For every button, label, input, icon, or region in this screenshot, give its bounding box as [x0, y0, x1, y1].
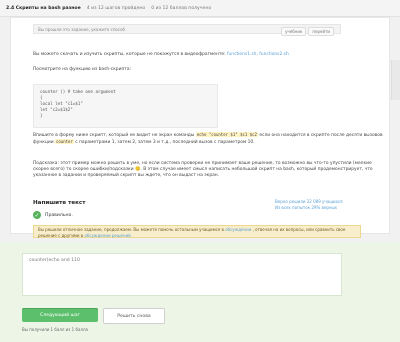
top-bar: 2.4 Скрипты на bash разное 4 из 12 шагов…	[0, 0, 400, 17]
answer-title: Напишите текст	[33, 200, 86, 206]
code-line: }	[40, 113, 43, 118]
next-step-button[interactable]: Следующий шаг	[22, 308, 98, 322]
progress-points: 0 из 12 баллов получено	[151, 5, 212, 11]
discussion-link[interactable]: обсуждении	[225, 227, 251, 232]
lesson-card: Вы прошли это задание, укажите способ уч…	[10, 17, 390, 238]
progress-steps: 4 из 12 шагов пройдено	[86, 5, 146, 11]
paragraph-3: Впишите в форму ниже скрипт, который не …	[33, 132, 383, 146]
answer-input[interactable]: counter(echo and 110	[22, 253, 342, 296]
paragraph-2: Посмотрите на функцию из bash-скрипта:	[33, 67, 132, 72]
solutions-link[interactable]: обсуждении решений	[84, 233, 130, 238]
scripts-links[interactable]: functions1.sh, functions2.sh	[227, 52, 289, 57]
note-text: Вы прошли это задание, укажите способ	[38, 26, 125, 32]
code-block: counter () # take one argument { local l…	[33, 84, 218, 128]
side-tab[interactable]	[391, 60, 400, 100]
note-bar: Вы прошли это задание, укажите способ уч…	[33, 24, 341, 36]
paragraph-4: Подсказка: этот пример можно решить в ум…	[33, 161, 373, 179]
note-action-button-1[interactable]: учебник	[281, 27, 307, 36]
correct-text: Правильно.	[45, 212, 73, 218]
note-actions: учебник перейти	[281, 27, 334, 36]
stats: Верно решили 22 089 учащихся Из всех поп…	[275, 199, 343, 211]
lesson-title: 2.4 Скрипты на bash разное	[6, 5, 81, 11]
correct-status: ✓ Правильно.	[33, 211, 73, 219]
success-message: Вы решили отличное задание, продолжаем. …	[33, 225, 361, 238]
check-icon: ✓	[33, 211, 41, 219]
score-note: Вы получили 1 балл из 1 балла	[22, 327, 88, 332]
paragraph-1: Вы можете скачать и изучить скрипты, кот…	[33, 52, 289, 57]
inline-code-2: counter	[54, 139, 74, 145]
inline-code-1: echo "counter $1" $c1 $c2	[195, 132, 258, 137]
page: 2.4 Скрипты на bash разное 4 из 12 шагов…	[0, 0, 400, 342]
note-action-button-2[interactable]: перейти	[308, 27, 334, 36]
solve-again-button[interactable]: Решить снова	[103, 308, 165, 324]
stats-attempts[interactable]: Из всех попыток 29% верных	[275, 205, 343, 211]
